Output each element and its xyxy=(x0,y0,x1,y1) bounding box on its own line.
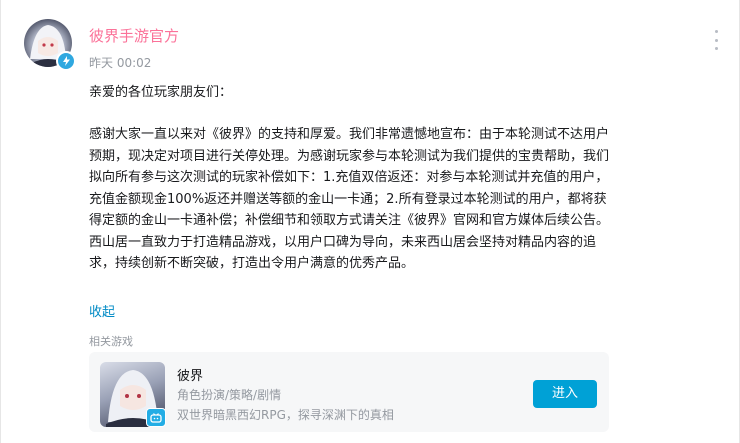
game-name[interactable]: 彼界 xyxy=(177,365,203,384)
author-avatar[interactable] xyxy=(24,19,76,71)
more-vertical-icon[interactable] xyxy=(710,30,722,50)
post-greeting: 亲爱的各位玩家朋友们： xyxy=(89,85,233,100)
related-games-label: 相关游戏 xyxy=(89,335,133,348)
post-time: 昨天 00:02 xyxy=(89,56,152,70)
game-tags: 角色扮演/策略/剧情 xyxy=(177,388,282,402)
post-body: 感谢大家一直以来对《彼界》的支持和厚爱。我们非常遗憾地宣布：由于本轮测试不达用户… xyxy=(89,127,610,271)
frame-left-border xyxy=(0,0,1,443)
collapse-button[interactable]: 收起 xyxy=(89,301,115,320)
related-game-card[interactable]: 彼界 角色扮演/策略/剧情 双世界暗黑西幻RPG，探寻深渊下的真相 进入 xyxy=(89,352,609,432)
enter-game-button[interactable]: 进入 xyxy=(533,380,597,408)
lightning-bolt-icon xyxy=(56,51,76,71)
tv-icon xyxy=(146,408,166,427)
game-description: 双世界暗黑西幻RPG，探寻深渊下的真相 xyxy=(177,408,394,422)
author-name[interactable]: 彼界手游官方 xyxy=(89,25,179,46)
